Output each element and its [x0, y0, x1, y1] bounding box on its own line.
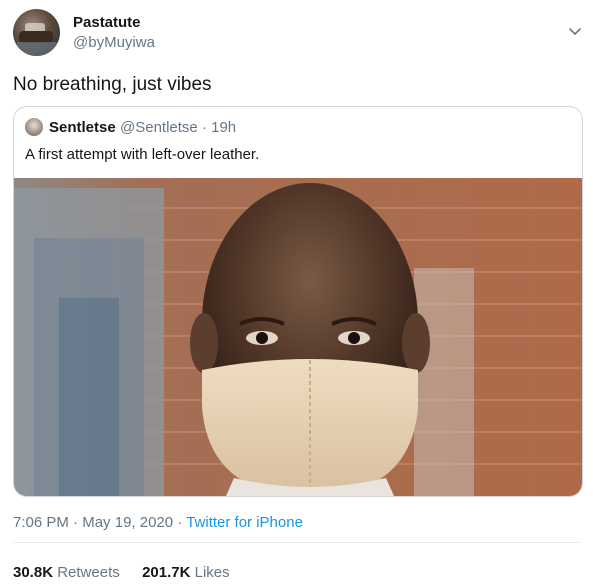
divider [13, 542, 581, 543]
retweets-stat[interactable]: 30.8K Retweets [13, 564, 124, 581]
separator: · [201, 119, 207, 136]
quoted-text: A first attempt with left-over leather. [25, 146, 260, 163]
likes-label: Likes [194, 564, 230, 581]
author-avatar[interactable] [13, 9, 60, 56]
tweet-time[interactable]: 7:06 PM [13, 514, 69, 531]
chevron-down-icon[interactable] [566, 22, 584, 40]
likes-count: 201.7K [142, 564, 191, 581]
retweets-count: 30.8K [13, 564, 54, 581]
tweet-text: No breathing, just vibes [13, 74, 212, 95]
author-name[interactable]: Pastatute [73, 14, 141, 31]
quoted-meta: @Sentletse · 19h [120, 119, 236, 136]
separator: · [73, 514, 79, 531]
tweet-stats: 30.8K Retweets 201.7K Likes [13, 564, 230, 581]
tweet-meta: 7:06 PM · May 19, 2020 · Twitter for iPh… [13, 514, 303, 531]
quoted-author-handle: @Sentletse [120, 119, 198, 136]
tweet-source-link[interactable]: Twitter for iPhone [186, 514, 303, 531]
tweet-date[interactable]: May 19, 2020 [82, 514, 173, 531]
author-handle[interactable]: @byMuyiwa [73, 34, 155, 51]
quoted-tweet-card[interactable]: Sentletse @Sentletse · 19h A first attem… [13, 106, 583, 497]
likes-stat[interactable]: 201.7K Likes [142, 564, 230, 581]
quoted-author-avatar [25, 118, 43, 136]
quoted-author-name: Sentletse [49, 119, 116, 136]
separator: · [177, 514, 183, 531]
quoted-photo[interactable] [14, 178, 582, 496]
retweets-label: Retweets [57, 564, 120, 581]
quoted-age: 19h [211, 119, 237, 136]
